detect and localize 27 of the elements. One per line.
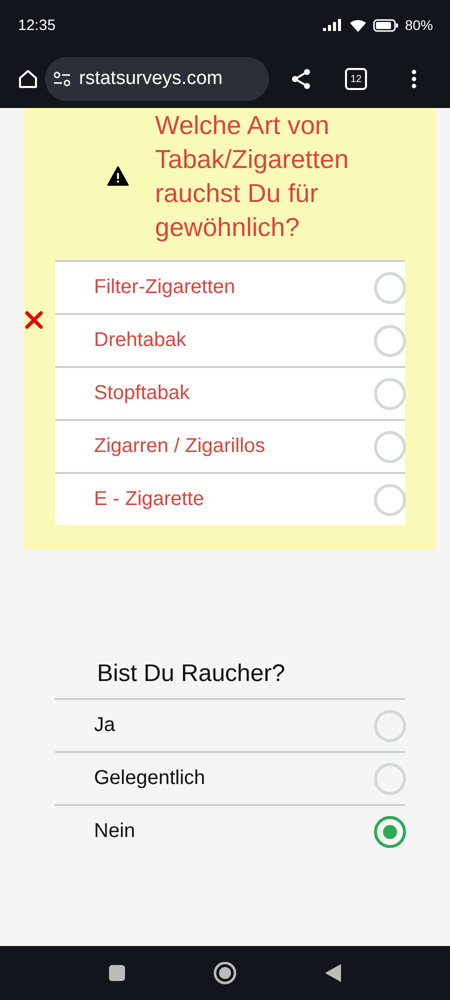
answer-option[interactable]: Zigarren / Zigarillos bbox=[55, 421, 405, 474]
question-title: Bist Du Raucher? bbox=[97, 659, 286, 689]
radio-button[interactable] bbox=[374, 816, 406, 848]
menu-icon[interactable] bbox=[411, 69, 417, 89]
error-x-icon bbox=[24, 310, 44, 330]
signal-icon bbox=[322, 19, 343, 31]
answer-option[interactable]: Drehtabak bbox=[55, 315, 405, 368]
tab-count-button[interactable]: 12 bbox=[345, 68, 367, 90]
tune-icon[interactable] bbox=[53, 71, 71, 87]
answer-option[interactable]: Ja bbox=[55, 700, 405, 753]
answer-option[interactable]: Stopftabak bbox=[55, 368, 405, 421]
address-bar[interactable]: rstatsurveys.com bbox=[45, 57, 269, 101]
home-button-icon[interactable] bbox=[213, 961, 237, 985]
answer-option[interactable]: Filter-Zigaretten bbox=[55, 262, 405, 315]
battery-percent: 80% bbox=[404, 17, 433, 33]
share-icon[interactable] bbox=[289, 67, 313, 91]
answer-option[interactable]: E - Zigarette bbox=[55, 474, 405, 525]
answer-option[interactable]: Nein bbox=[55, 806, 405, 857]
question-title: Welche Art von Tabak/Zigaretten rauchst Du für gewöhnlich? bbox=[155, 109, 350, 244]
home-icon[interactable] bbox=[17, 68, 39, 90]
back-icon[interactable] bbox=[325, 964, 341, 982]
clock: 12:35 bbox=[18, 16, 56, 34]
battery-icon bbox=[372, 18, 399, 32]
recents-icon[interactable] bbox=[109, 965, 125, 981]
warning-icon bbox=[107, 166, 129, 186]
wifi-icon bbox=[348, 18, 367, 32]
answer-option[interactable]: Gelegentlich bbox=[55, 753, 405, 806]
